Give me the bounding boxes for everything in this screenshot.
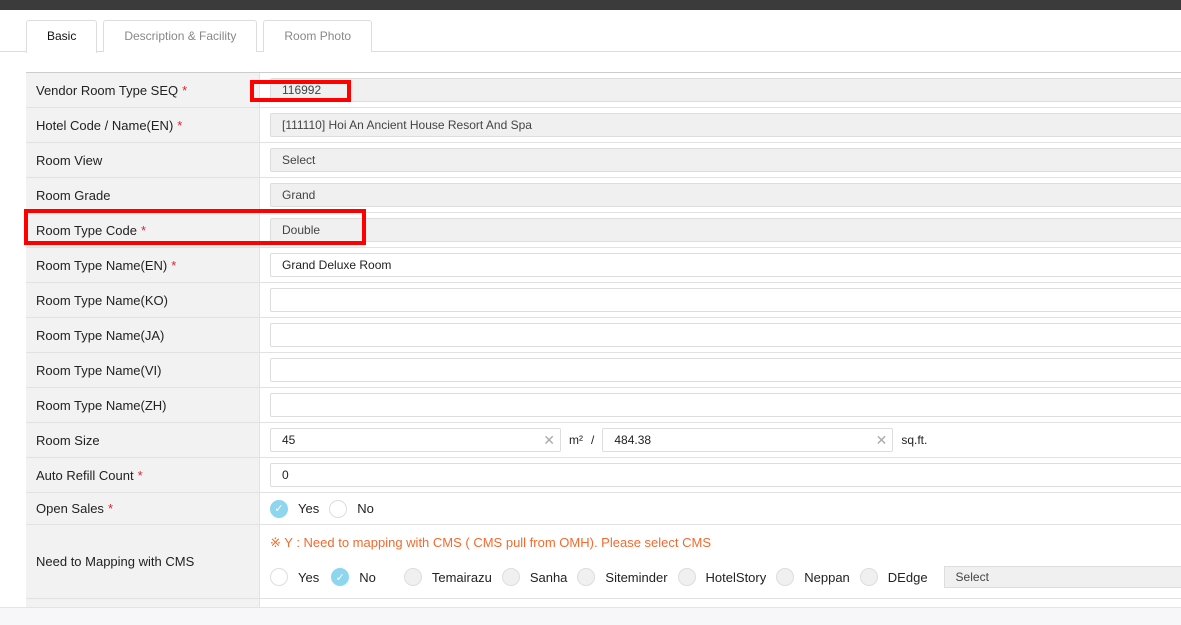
label-text: Room Type Name(EN) <box>36 257 168 273</box>
radio-label: HotelStory <box>705 569 767 585</box>
label: Vendor Room Type SEQ * <box>26 73 260 107</box>
label-text: Need to Mapping with CMS <box>36 554 195 569</box>
label-text: Room View <box>36 152 103 168</box>
name-vi-input[interactable] <box>270 358 1181 382</box>
cms-dedge-radio[interactable] <box>859 568 878 586</box>
highlight-box-room-type-code <box>24 209 366 245</box>
cms-no-radio[interactable]: ✓ <box>331 568 350 586</box>
row-cms: Need to Mapping with CMS ※ Y : Need to m… <box>26 525 1181 599</box>
open-sales-yes-radio[interactable]: ✓ <box>270 499 288 518</box>
label-text: Room Grade <box>36 187 111 203</box>
room-type-form: Vendor Room Type SEQ * 116992 Hotel Code … <box>26 72 1181 608</box>
highlight-box-seq <box>250 80 351 102</box>
cms-yes-radio[interactable] <box>270 568 288 586</box>
label-text: Room Type Name(ZH) <box>36 397 167 413</box>
label: Open Sales * <box>26 493 260 524</box>
label: Room Grade <box>26 178 260 212</box>
label: Room Type Name(KO) <box>26 283 260 317</box>
label-text: Open Sales <box>36 501 104 516</box>
cms-neppan-radio[interactable] <box>776 568 795 586</box>
name-ko-input[interactable] <box>270 288 1181 312</box>
label: Hotel Code / Name(EN) * <box>26 108 260 142</box>
name-ja-input[interactable] <box>270 323 1181 347</box>
label: Room Type Name(VI) <box>26 353 260 387</box>
name-en-input[interactable]: Grand Deluxe Room <box>270 253 1181 277</box>
name-zh-input[interactable] <box>270 393 1181 417</box>
label-text: Auto Refill Count <box>36 467 134 483</box>
row-hotel: Hotel Code / Name(EN) * [111110] Hoi An A… <box>26 108 1181 143</box>
required-mark: * <box>171 257 177 273</box>
sqft-value: 484.38 <box>614 433 652 447</box>
radio-label: DEdge <box>887 569 928 585</box>
label: Room View <box>26 143 260 177</box>
row-room-size: Room Size 45 ✕ m² / 484.38 ✕ sq.ft. <box>26 423 1181 458</box>
label: Room Type Name(ZH) <box>26 388 260 422</box>
clear-icon[interactable]: ✕ <box>543 432 555 449</box>
row-open-sales: Open Sales * ✓ Yes No <box>26 493 1181 525</box>
radio-label: Sanha <box>529 569 568 585</box>
room-size-sqft-input[interactable]: 484.38 ✕ <box>602 428 894 452</box>
radio-label: No <box>359 569 376 585</box>
required-mark: * <box>137 467 143 483</box>
tab-basic[interactable]: Basic <box>26 20 98 53</box>
row-name-vi: Room Type Name(VI) <box>26 353 1181 388</box>
room-type-code-field: Double <box>270 218 1181 242</box>
cms-temairazu-radio[interactable] <box>403 568 422 586</box>
label: Room Size <box>26 423 260 457</box>
cms-select[interactable]: Select <box>943 566 1181 588</box>
m2-unit: m² <box>569 433 583 447</box>
cms-hotelstory-radio[interactable] <box>677 568 696 586</box>
radio-label: Siteminder <box>605 569 668 585</box>
room-grade-select[interactable]: Grand <box>270 183 1181 207</box>
required-mark: * <box>182 82 188 98</box>
m2-value: 45 <box>282 433 296 447</box>
required-mark: * <box>177 117 183 133</box>
row-room-view: Room View Select <box>26 143 1181 178</box>
row-name-en: Room Type Name(EN) * Grand Deluxe Room <box>26 248 1181 283</box>
footer-area <box>0 607 1181 625</box>
top-bar <box>0 0 1181 10</box>
row-name-ja: Room Type Name(JA) <box>26 318 1181 353</box>
row-name-zh: Room Type Name(ZH) <box>26 388 1181 423</box>
radio-label: Yes <box>298 569 320 585</box>
tab-room-photo[interactable]: Room Photo <box>263 20 373 52</box>
label: Auto Refill Count * <box>26 458 260 492</box>
radio-label: No <box>357 501 374 516</box>
cms-note: ※ Y : Need to mapping with CMS ( CMS pul… <box>270 535 711 550</box>
tab-bar: Basic Description & Facility Room Photo <box>26 20 373 53</box>
required-mark: * <box>107 501 113 516</box>
label: Room Type Name(EN) * <box>26 248 260 282</box>
radio-label: Neppan <box>804 569 850 585</box>
label: Room Type Name(JA) <box>26 318 260 352</box>
row-vendor-seq: Vendor Room Type SEQ * 116992 <box>26 73 1181 108</box>
room-view-select[interactable]: Select <box>270 148 1181 172</box>
vendor-seq-field: 116992 <box>270 78 1181 102</box>
label-text: Room Type Name(JA) <box>36 327 165 343</box>
radio-label: Yes <box>298 501 320 516</box>
cms-siteminder-radio[interactable] <box>577 568 596 586</box>
unit-separator: / <box>591 433 595 447</box>
row-room-grade: Room Grade Grand <box>26 178 1181 213</box>
row-name-ko: Room Type Name(KO) <box>26 283 1181 318</box>
open-sales-no-radio[interactable] <box>329 499 348 518</box>
label: Need to Mapping with CMS <box>26 525 260 598</box>
label-text: Hotel Code / Name(EN) <box>36 117 174 133</box>
clear-icon[interactable]: ✕ <box>876 432 888 449</box>
hotel-field: [111110] Hoi An Ancient House Resort And… <box>270 113 1181 137</box>
radio-label: Temairazu <box>431 569 492 585</box>
label-text: Room Type Name(VI) <box>36 362 162 378</box>
room-size-m2-input[interactable]: 45 ✕ <box>270 428 561 452</box>
sqft-unit: sq.ft. <box>901 433 928 447</box>
row-auto-refill: Auto Refill Count * 0 <box>26 458 1181 493</box>
label-text: Room Type Name(KO) <box>36 292 168 308</box>
cms-sanha-radio[interactable] <box>501 568 520 586</box>
auto-refill-input[interactable]: 0 <box>270 463 1181 487</box>
label-text: Vendor Room Type SEQ <box>36 82 179 98</box>
label-text: Room Size <box>36 432 100 448</box>
tab-description-facility[interactable]: Description & Facility <box>103 20 258 52</box>
